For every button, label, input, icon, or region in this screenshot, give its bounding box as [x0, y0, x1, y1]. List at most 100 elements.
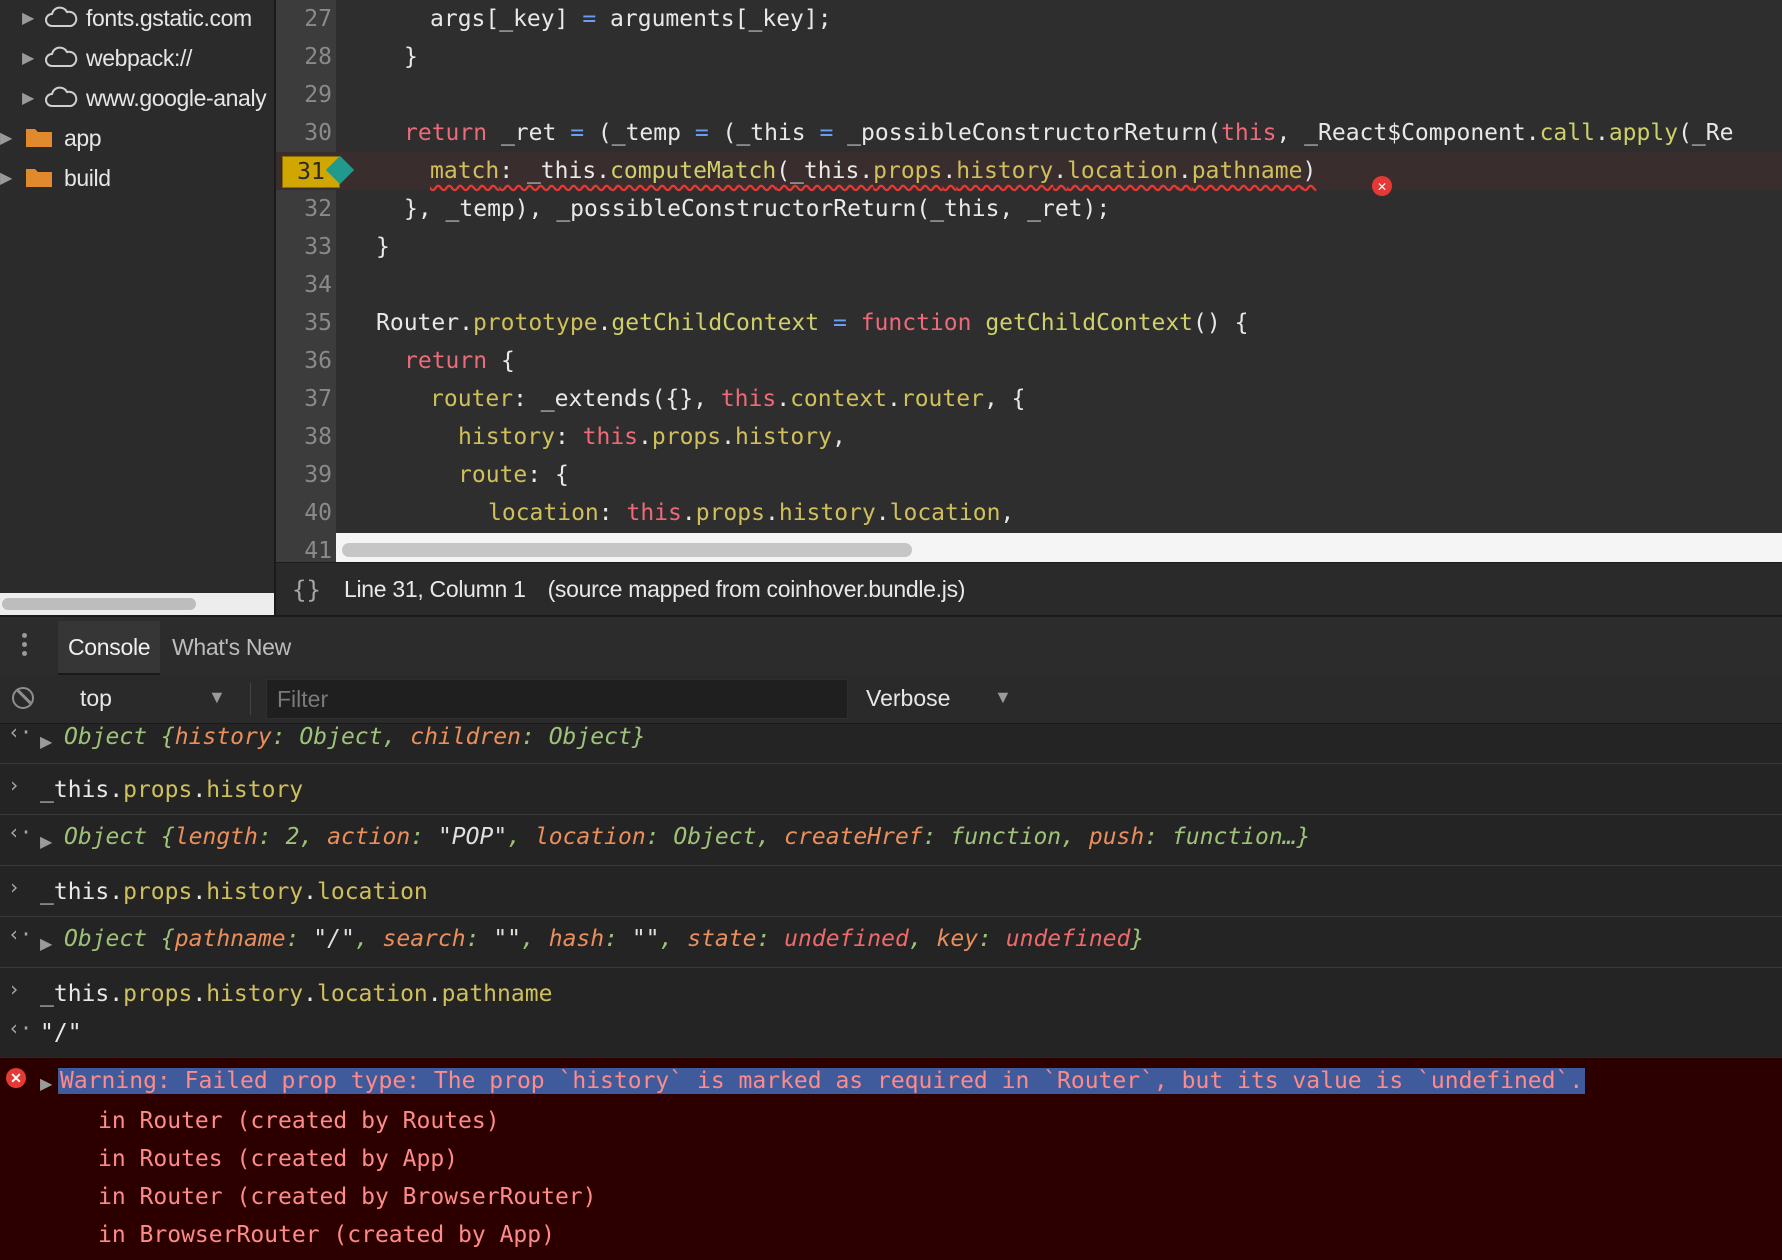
toolbar-divider	[250, 683, 251, 715]
console-error-message[interactable]: ✕ ▶ Warning: Failed prop type: The prop …	[0, 1057, 1782, 1260]
code-line: 34	[276, 266, 1782, 304]
code-line: 37 router: _extends({}, this.context.rou…	[276, 380, 1782, 418]
console-input-row[interactable]: › _this.props.history	[0, 765, 1782, 815]
input-prompt-icon: ›	[8, 875, 21, 899]
cloud-icon	[45, 46, 78, 67]
console-output-row[interactable]: ‹· ▶ Object {length: 2, action: "POP", l…	[0, 816, 1782, 866]
input-prompt-icon: ›	[8, 977, 21, 1001]
console-output-row[interactable]: ‹· ▶ Object {pathname: "/", search: "", …	[0, 918, 1782, 968]
code-line: 28 }	[276, 38, 1782, 76]
line-number[interactable]: 27	[276, 0, 332, 38]
tree-item-label: app	[64, 124, 102, 151]
source-map-info[interactable]: (source mapped from coinhover.bundle.js)	[548, 576, 966, 603]
expand-arrow-icon[interactable]: ▶	[22, 8, 44, 28]
code-line: 39 route: {	[276, 456, 1782, 494]
source-editor[interactable]: 27 args[_key] = arguments[_key]; 28 } 29…	[276, 0, 1782, 562]
cloud-icon	[45, 86, 78, 107]
output-arrow-icon: ‹·	[8, 724, 33, 744]
code-line-active: 31 match: _this.computeMatch(_this.props…	[276, 152, 1782, 196]
dropdown-arrow-icon[interactable]: ▼	[994, 687, 1012, 708]
tree-item-google-analytics[interactable]: ▶ www.google-analy	[22, 78, 267, 118]
console-input-row[interactable]: › _this.props.history.location	[0, 867, 1782, 917]
code-line: 35 Router.prototype.getChildContext = fu…	[276, 304, 1782, 342]
console-log[interactable]: ‹· ▶ Object {history: Object, children: …	[0, 724, 1782, 1260]
expand-arrow-icon[interactable]: ▶	[22, 88, 44, 108]
expand-arrow-icon[interactable]: ▶	[40, 732, 52, 752]
pretty-print-button[interactable]: {}	[292, 576, 332, 604]
line-number[interactable]: 36	[276, 342, 332, 380]
code-text: history: this.props.history,	[458, 424, 846, 450]
code-text-error: match: _this.computeMatch(_this.props.hi…	[430, 158, 1317, 184]
line-number[interactable]: 38	[276, 418, 332, 456]
code-line: 38 history: this.props.history,	[276, 418, 1782, 456]
code-text: return _ret = (_temp = (_this = _possibl…	[404, 120, 1734, 146]
expand-arrow-icon[interactable]: ▶	[40, 1074, 52, 1094]
scrollbar-thumb[interactable]	[342, 543, 912, 557]
output-text: Object {pathname: "/", search: "", hash:…	[64, 926, 1145, 952]
line-number[interactable]: 32	[276, 190, 332, 228]
line-number[interactable]: 30	[276, 114, 332, 152]
expand-arrow-icon[interactable]: ▶	[40, 934, 52, 954]
console-output-row[interactable]: ‹· "/"	[0, 1014, 1782, 1057]
stack-frame: in Routes (created by App)	[98, 1146, 459, 1172]
file-tree: ▶ fonts.gstatic.com ▶ webpack:// ▶ www.g…	[0, 0, 276, 615]
expand-arrow-icon[interactable]: ▶	[0, 128, 22, 148]
drawer-tab-bar: Console What's New	[0, 615, 1782, 678]
line-number[interactable]: 28	[276, 38, 332, 76]
warning-text: Warning: Failed prop type: The prop `his…	[58, 1068, 1586, 1094]
output-text: "/"	[40, 1020, 82, 1046]
code-line: 27 args[_key] = arguments[_key];	[276, 0, 1782, 38]
code-line: 36 return {	[276, 342, 1782, 380]
line-number[interactable]: 37	[276, 380, 332, 418]
code-text: Router.prototype.getChildContext = funct…	[376, 310, 1249, 336]
cursor-position: Line 31, Column 1	[344, 576, 526, 602]
line-number[interactable]: 40	[276, 494, 332, 532]
stack-frame: in BrowserRouter (created by App)	[98, 1222, 555, 1248]
tree-item-fonts-gstatic[interactable]: ▶ fonts.gstatic.com	[22, 0, 252, 38]
tree-item-webpack[interactable]: ▶ webpack://	[22, 38, 192, 78]
tab-whats-new[interactable]: What's New	[162, 621, 301, 673]
line-number[interactable]: 29	[276, 76, 332, 114]
tree-item-label: webpack://	[86, 44, 192, 71]
output-arrow-icon: ‹·	[8, 820, 33, 844]
expand-arrow-icon[interactable]: ▶	[40, 832, 52, 852]
more-options-icon[interactable]	[14, 629, 34, 665]
console-toolbar: top ▼ Verbose ▼	[0, 675, 1782, 724]
expand-arrow-icon[interactable]: ▶	[0, 168, 22, 188]
code-text: location: this.props.history.location,	[488, 500, 1015, 526]
editor-status-bar: {} Line 31, Column 1 (source mapped from…	[276, 562, 1782, 616]
line-number[interactable]: 33	[276, 228, 332, 266]
tree-item-label: fonts.gstatic.com	[86, 4, 252, 31]
output-arrow-icon: ‹·	[8, 1016, 33, 1040]
input-prompt-icon: ›	[8, 773, 21, 797]
code-text: }, _temp), _possibleConstructorReturn(_t…	[404, 196, 1111, 222]
tab-console[interactable]: Console	[58, 621, 161, 675]
input-text: _this.props.history	[40, 777, 304, 803]
scrollbar-thumb[interactable]	[2, 598, 196, 610]
stack-frame: in Router (created by BrowserRouter)	[98, 1184, 597, 1210]
expand-arrow-icon[interactable]: ▶	[22, 48, 44, 68]
console-input-row[interactable]: › _this.props.history.location.pathname	[0, 969, 1782, 1019]
clear-console-icon[interactable]	[12, 687, 34, 709]
console-output-row[interactable]: ‹· ▶ Object {history: Object, children: …	[0, 724, 1782, 764]
editor-horizontal-scrollbar[interactable]	[336, 533, 1782, 562]
tree-item-label: build	[64, 164, 111, 191]
context-selector[interactable]: top	[80, 685, 112, 712]
tree-item-app[interactable]: ▶ app	[0, 118, 102, 158]
stack-frame: in Router (created by Routes)	[98, 1108, 500, 1134]
code-line: 29	[276, 76, 1782, 114]
line-number[interactable]: 34	[276, 266, 332, 304]
code-line: 30 return _ret = (_temp = (_this = _poss…	[276, 114, 1782, 152]
dropdown-arrow-icon[interactable]: ▼	[208, 687, 226, 708]
code-text: route: {	[458, 462, 569, 488]
line-number[interactable]: 41	[276, 532, 332, 562]
line-number[interactable]: 35	[276, 304, 332, 342]
input-text: _this.props.history.location	[40, 879, 428, 905]
line-number[interactable]: 39	[276, 456, 332, 494]
log-level-selector[interactable]: Verbose	[866, 685, 950, 712]
error-icon: ✕	[6, 1068, 26, 1088]
tree-horizontal-scrollbar[interactable]	[0, 593, 274, 615]
output-text: Object {length: 2, action: "POP", locati…	[64, 824, 1311, 850]
tree-item-build[interactable]: ▶ build	[0, 158, 111, 198]
filter-input[interactable]	[266, 679, 848, 719]
